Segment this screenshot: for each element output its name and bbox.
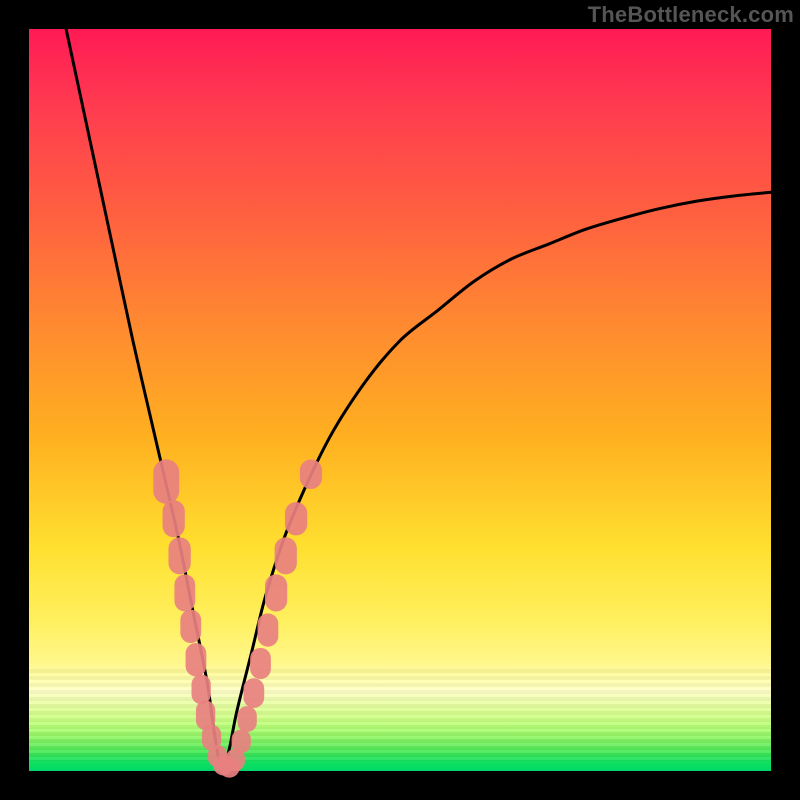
marker-point <box>186 643 207 676</box>
marker-point <box>163 500 185 537</box>
marker-point <box>153 459 179 504</box>
highlighted-points <box>153 459 322 777</box>
curve-svg <box>29 29 771 771</box>
marker-point <box>258 613 279 646</box>
marker-point <box>232 729 251 753</box>
marker-point <box>169 537 191 574</box>
marker-point <box>285 502 307 535</box>
plot-area <box>29 29 771 771</box>
marker-point <box>174 574 195 611</box>
marker-point <box>238 706 257 732</box>
marker-point <box>265 574 287 611</box>
marker-point <box>250 648 271 679</box>
watermark-text: TheBottleneck.com <box>588 2 794 28</box>
marker-point <box>300 459 322 489</box>
bottleneck-curve <box>66 29 771 771</box>
marker-point <box>192 675 211 705</box>
marker-point <box>180 610 201 643</box>
marker-point <box>243 678 264 708</box>
chart-frame: TheBottleneck.com <box>0 0 800 800</box>
marker-point <box>275 537 297 574</box>
